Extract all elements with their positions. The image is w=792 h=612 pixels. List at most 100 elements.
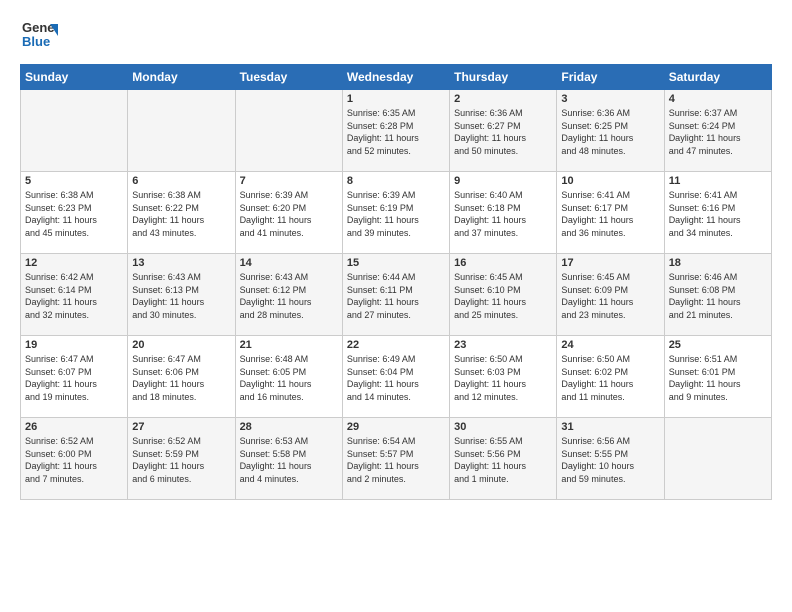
calendar-week-row: 26Sunrise: 6:52 AM Sunset: 6:00 PM Dayli…: [21, 418, 772, 500]
day-number: 15: [347, 257, 445, 269]
weekday-header-row: SundayMondayTuesdayWednesdayThursdayFrid…: [21, 65, 772, 90]
day-info: Sunrise: 6:43 AM Sunset: 6:12 PM Dayligh…: [240, 271, 338, 321]
calendar-cell: 7Sunrise: 6:39 AM Sunset: 6:20 PM Daylig…: [235, 172, 342, 254]
day-number: 14: [240, 257, 338, 269]
weekday-header: Saturday: [664, 65, 771, 90]
calendar-cell: 25Sunrise: 6:51 AM Sunset: 6:01 PM Dayli…: [664, 336, 771, 418]
day-number: 5: [25, 175, 123, 187]
day-info: Sunrise: 6:48 AM Sunset: 6:05 PM Dayligh…: [240, 353, 338, 403]
day-number: 13: [132, 257, 230, 269]
weekday-header: Wednesday: [342, 65, 449, 90]
calendar-cell: 14 Sunrise: 6:43 AM Sunset: 6:12 PM Dayli…: [235, 254, 342, 336]
calendar-cell: 30 Sunrise: 6:55 AM Sunset: 5:56 PM Dayli…: [450, 418, 557, 500]
day-number: 22: [347, 339, 445, 351]
calendar-cell: [235, 90, 342, 172]
day-info: Sunrise: 6:49 AM Sunset: 6:04 PM Dayligh…: [347, 353, 445, 403]
calendar-cell: 23 Sunrise: 6:50 AM Sunset: 6:03 PM Dayli…: [450, 336, 557, 418]
calendar-week-row: 19 Sunrise: 6:47 AM Sunset: 6:07 PM Dayli…: [21, 336, 772, 418]
day-number: 18: [669, 257, 767, 269]
day-info: Sunrise: 6:38 AM Sunset: 6:22 PM Dayligh…: [132, 189, 230, 239]
weekday-header: Monday: [128, 65, 235, 90]
day-info: Sunrise: 6:45 AM Sunset: 6:09 PM Dayligh…: [561, 271, 659, 321]
day-info: Sunrise: 6:37 AM Sunset: 6:24 PM Dayligh…: [669, 107, 767, 157]
calendar-cell: [128, 90, 235, 172]
day-number: 21: [240, 339, 338, 351]
day-info: Sunrise: 6:36 AM Sunset: 6:27 PM Dayligh…: [454, 107, 552, 157]
calendar-table: SundayMondayTuesdayWednesdayThursdayFrid…: [20, 64, 772, 500]
day-number: 30: [454, 421, 552, 433]
day-number: 24: [561, 339, 659, 351]
day-info: Sunrise: 6:36 AM Sunset: 6:25 PM Dayligh…: [561, 107, 659, 157]
day-number: 27: [132, 421, 230, 433]
calendar-week-row: 1 Sunrise: 6:35 AM Sunset: 6:28 PM Daylig…: [21, 90, 772, 172]
day-number: 1: [347, 93, 445, 105]
logo: General Blue: [20, 16, 60, 54]
day-number: 6: [132, 175, 230, 187]
calendar-cell: 22 Sunrise: 6:49 AM Sunset: 6:04 PM Dayli…: [342, 336, 449, 418]
day-number: 19: [25, 339, 123, 351]
day-info: Sunrise: 6:47 AM Sunset: 6:07 PM Dayligh…: [25, 353, 123, 403]
calendar-cell: 26Sunrise: 6:52 AM Sunset: 6:00 PM Dayli…: [21, 418, 128, 500]
calendar-cell: 28Sunrise: 6:53 AM Sunset: 5:58 PM Dayli…: [235, 418, 342, 500]
day-info: Sunrise: 6:39 AM Sunset: 6:19 PM Dayligh…: [347, 189, 445, 239]
page-header: General Blue: [20, 16, 772, 54]
calendar-cell: 4 Sunrise: 6:37 AM Sunset: 6:24 PM Daylig…: [664, 90, 771, 172]
calendar-cell: 1 Sunrise: 6:35 AM Sunset: 6:28 PM Daylig…: [342, 90, 449, 172]
calendar-cell: 31 Sunrise: 6:56 AM Sunset: 5:55 PM Dayli…: [557, 418, 664, 500]
day-number: 2: [454, 93, 552, 105]
weekday-header: Tuesday: [235, 65, 342, 90]
calendar-cell: 3 Sunrise: 6:36 AM Sunset: 6:25 PM Daylig…: [557, 90, 664, 172]
calendar-cell: 11Sunrise: 6:41 AM Sunset: 6:16 PM Dayli…: [664, 172, 771, 254]
calendar-cell: 27 Sunrise: 6:52 AM Sunset: 5:59 PM Dayli…: [128, 418, 235, 500]
day-number: 17: [561, 257, 659, 269]
day-info: Sunrise: 6:50 AM Sunset: 6:03 PM Dayligh…: [454, 353, 552, 403]
day-info: Sunrise: 6:54 AM Sunset: 5:57 PM Dayligh…: [347, 435, 445, 485]
day-number: 31: [561, 421, 659, 433]
calendar-cell: 6 Sunrise: 6:38 AM Sunset: 6:22 PM Daylig…: [128, 172, 235, 254]
day-info: Sunrise: 6:41 AM Sunset: 6:16 PM Dayligh…: [669, 189, 767, 239]
calendar-week-row: 5 Sunrise: 6:38 AM Sunset: 6:23 PM Daylig…: [21, 172, 772, 254]
day-number: 20: [132, 339, 230, 351]
calendar-cell: [664, 418, 771, 500]
weekday-header: Thursday: [450, 65, 557, 90]
day-info: Sunrise: 6:52 AM Sunset: 6:00 PM Dayligh…: [25, 435, 123, 485]
day-info: Sunrise: 6:55 AM Sunset: 5:56 PM Dayligh…: [454, 435, 552, 485]
day-info: Sunrise: 6:38 AM Sunset: 6:23 PM Dayligh…: [25, 189, 123, 239]
day-info: Sunrise: 6:51 AM Sunset: 6:01 PM Dayligh…: [669, 353, 767, 403]
day-info: Sunrise: 6:50 AM Sunset: 6:02 PM Dayligh…: [561, 353, 659, 403]
calendar-cell: 10Sunrise: 6:41 AM Sunset: 6:17 PM Dayli…: [557, 172, 664, 254]
calendar-cell: [21, 90, 128, 172]
calendar-cell: 12Sunrise: 6:42 AM Sunset: 6:14 PM Dayli…: [21, 254, 128, 336]
day-info: Sunrise: 6:35 AM Sunset: 6:28 PM Dayligh…: [347, 107, 445, 157]
day-number: 16: [454, 257, 552, 269]
day-info: Sunrise: 6:45 AM Sunset: 6:10 PM Dayligh…: [454, 271, 552, 321]
calendar-cell: 18Sunrise: 6:46 AM Sunset: 6:08 PM Dayli…: [664, 254, 771, 336]
calendar-cell: 9 Sunrise: 6:40 AM Sunset: 6:18 PM Daylig…: [450, 172, 557, 254]
day-info: Sunrise: 6:43 AM Sunset: 6:13 PM Dayligh…: [132, 271, 230, 321]
day-number: 28: [240, 421, 338, 433]
calendar-cell: 19 Sunrise: 6:47 AM Sunset: 6:07 PM Dayli…: [21, 336, 128, 418]
day-info: Sunrise: 6:52 AM Sunset: 5:59 PM Dayligh…: [132, 435, 230, 485]
calendar-cell: 2 Sunrise: 6:36 AM Sunset: 6:27 PM Daylig…: [450, 90, 557, 172]
calendar-cell: 16 Sunrise: 6:45 AM Sunset: 6:10 PM Dayli…: [450, 254, 557, 336]
day-info: Sunrise: 6:42 AM Sunset: 6:14 PM Dayligh…: [25, 271, 123, 321]
day-number: 4: [669, 93, 767, 105]
day-info: Sunrise: 6:41 AM Sunset: 6:17 PM Dayligh…: [561, 189, 659, 239]
day-info: Sunrise: 6:44 AM Sunset: 6:11 PM Dayligh…: [347, 271, 445, 321]
day-info: Sunrise: 6:40 AM Sunset: 6:18 PM Dayligh…: [454, 189, 552, 239]
day-number: 23: [454, 339, 552, 351]
day-number: 29: [347, 421, 445, 433]
calendar-cell: 8 Sunrise: 6:39 AM Sunset: 6:19 PM Daylig…: [342, 172, 449, 254]
day-number: 3: [561, 93, 659, 105]
day-info: Sunrise: 6:56 AM Sunset: 5:55 PM Dayligh…: [561, 435, 659, 485]
weekday-header: Friday: [557, 65, 664, 90]
calendar-cell: 15 Sunrise: 6:44 AM Sunset: 6:11 PM Dayli…: [342, 254, 449, 336]
day-info: Sunrise: 6:39 AM Sunset: 6:20 PM Dayligh…: [240, 189, 338, 239]
calendar-cell: 24 Sunrise: 6:50 AM Sunset: 6:02 PM Dayli…: [557, 336, 664, 418]
weekday-header: Sunday: [21, 65, 128, 90]
day-number: 8: [347, 175, 445, 187]
day-number: 9: [454, 175, 552, 187]
page-container: General Blue SundayMondayTuesdayWednesda…: [0, 0, 792, 510]
logo-icon: General Blue: [20, 16, 58, 54]
calendar-cell: 17 Sunrise: 6:45 AM Sunset: 6:09 PM Dayli…: [557, 254, 664, 336]
